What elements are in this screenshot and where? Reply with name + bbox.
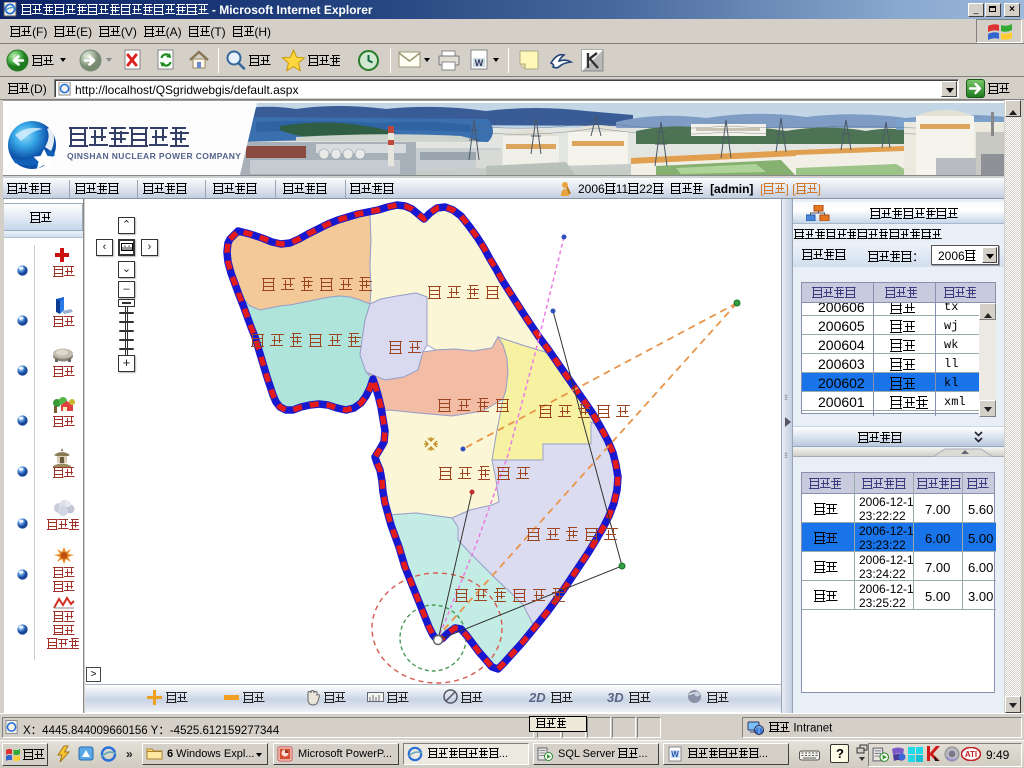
svg-text:W: W: [475, 58, 484, 68]
svg-text:ATI: ATI: [965, 750, 977, 759]
svg-text:W: W: [671, 750, 679, 759]
